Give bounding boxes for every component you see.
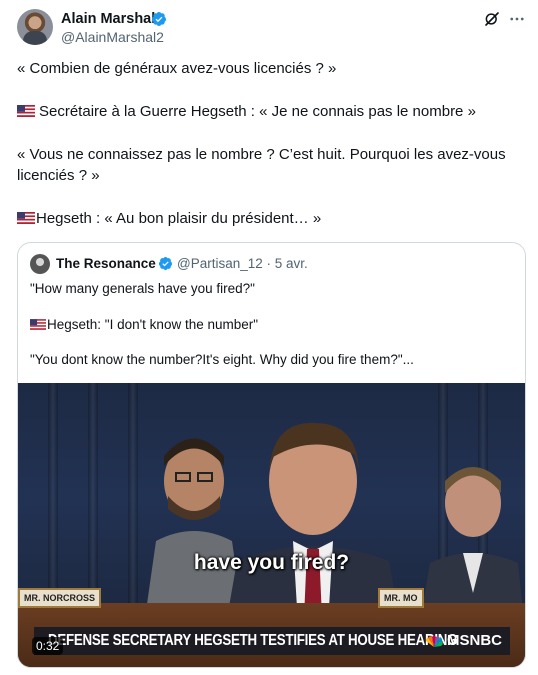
tweet-post: Alain Marshal @AlainMarshal2 « Combien d… [0,0,538,675]
video-player[interactable]: MR. NORCROSS MR. MO have you fired? DEFE… [18,383,525,667]
quoted-author-handle[interactable]: @Partisan_12 · 5 avr. [177,256,308,271]
verified-badge-icon [152,12,166,26]
grok-icon[interactable] [483,10,501,28]
post-text-line: « Vous ne connaissez pas le nombre ? C’e… [17,146,506,163]
us-flag-icon [17,105,35,117]
video-timestamp: 0:32 [32,637,64,655]
news-chyron: DEFENSE SECRETARY HEGSETH TESTIFIES AT H… [34,627,510,655]
network-name: MSNBC [447,632,502,649]
quoted-text-line: "How many generals have you fired?" [30,281,255,296]
post-text-line: Secrétaire à la Guerre Hegseth : « Je ne… [17,102,476,122]
video-caption: have you fired? [193,551,350,574]
nameplate-left: MR. NORCROSS [18,588,102,608]
peacock-icon [426,635,443,647]
us-flag-icon [17,212,35,224]
post-text-segment: Secrétaire à la Guerre Hegseth : « Je ne… [39,103,476,120]
post-text-line: licenciés ? » [17,167,100,184]
nameplate-right: MR. MO [378,588,424,608]
us-flag-icon [30,319,46,330]
quoted-author-name[interactable]: The Resonance [56,256,156,271]
author-name[interactable]: Alain Marshal [61,10,155,28]
quoted-text-segment: Hegseth: "I don't know the number" [47,317,259,332]
author-handle[interactable]: @AlainMarshal2 [61,28,164,46]
post-text-line: Hegseth : « Au bon plaisir du président…… [17,209,321,229]
quoted-text-line: Hegseth: "I don't know the number" [30,316,258,334]
post-text-line: « Combien de généraux avez-vous licencié… [17,60,337,77]
chyron-text: DEFENSE SECRETARY HEGSETH TESTIFIES AT H… [48,632,458,649]
author-avatar[interactable] [17,9,53,45]
quoted-text-line: "You dont know the number?It's eight. Wh… [30,352,414,367]
post-text-segment: Hegseth : « Au bon plaisir du président…… [36,210,322,227]
network-logo: MSNBC [424,632,502,649]
verified-badge-icon [158,256,173,271]
quoted-tweet[interactable]: The Resonance @Partisan_12 · 5 avr. "How… [17,242,526,668]
quoted-author-avatar[interactable] [30,254,50,274]
more-options-icon[interactable] [508,10,526,28]
